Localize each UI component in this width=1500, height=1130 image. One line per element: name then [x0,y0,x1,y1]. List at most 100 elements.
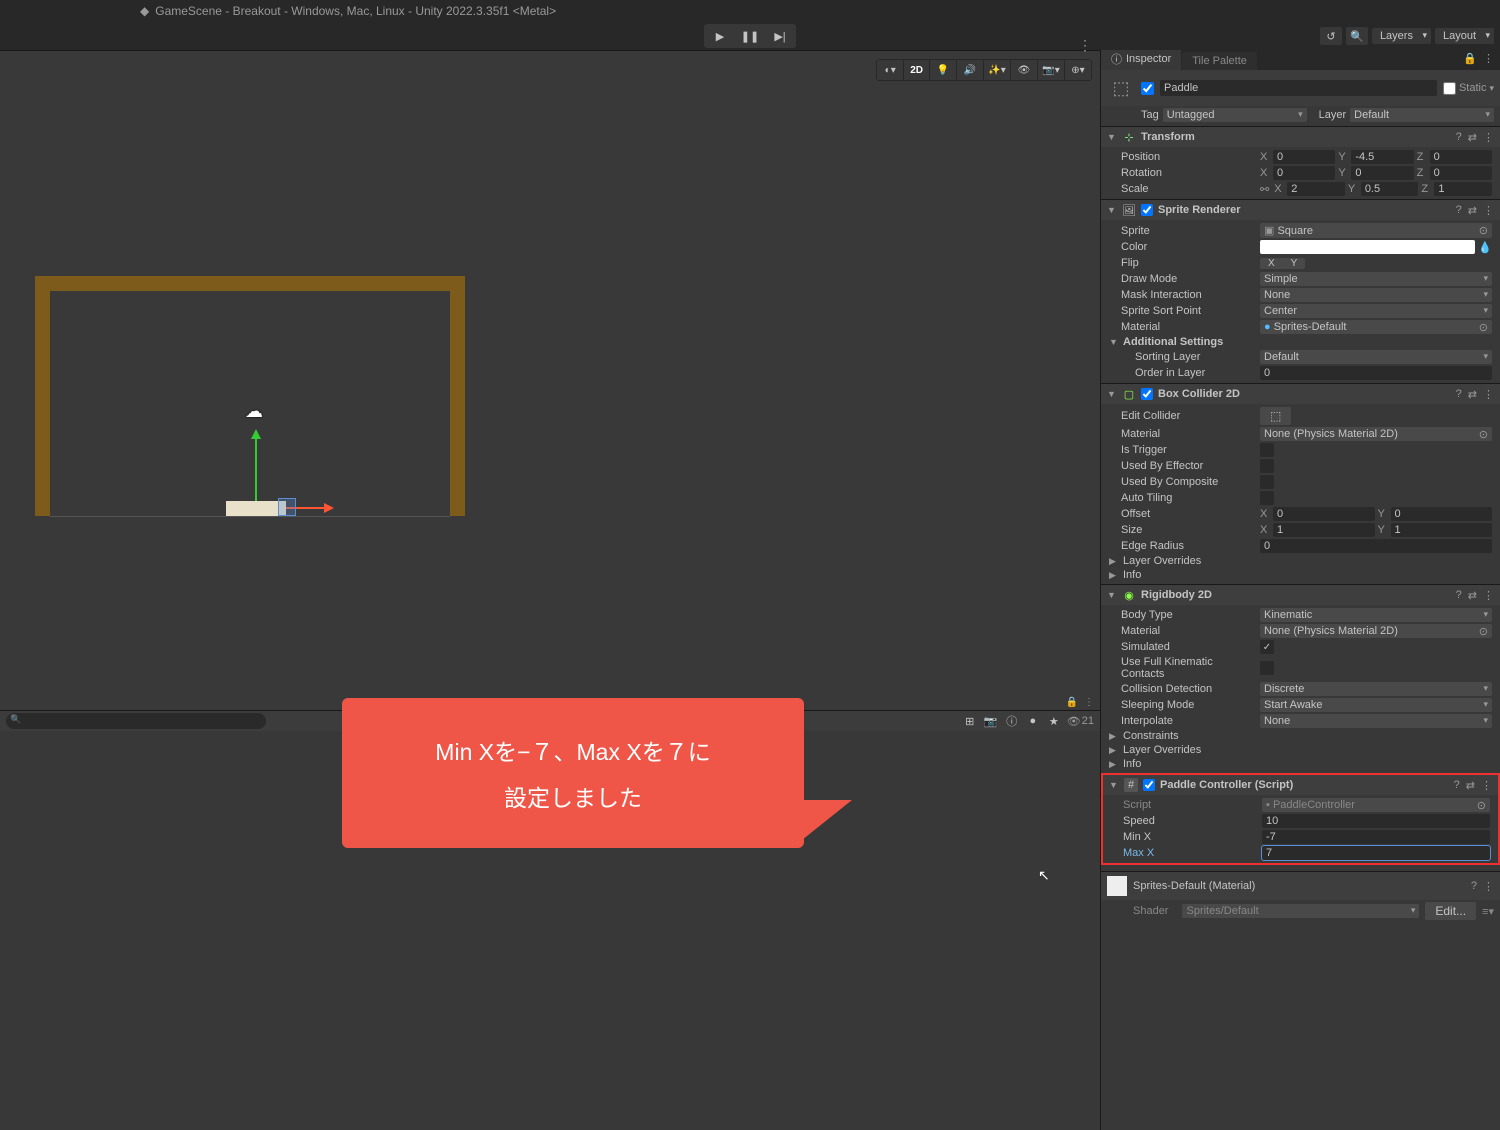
kinematic-contacts-checkbox[interactable] [1260,661,1274,675]
undo-history-icon[interactable]: ↺ [1320,27,1342,45]
lock-icon[interactable]: 🔒 [1066,697,1078,708]
search-icon[interactable]: 🔍 [1346,27,1368,45]
console-star-icon[interactable]: ★ [1044,713,1064,729]
scl-y-field[interactable]: 0.5 [1361,182,1419,196]
edit-collider-button[interactable]: ⬚ [1260,407,1291,425]
rot-x-field[interactable]: 0 [1273,166,1335,180]
console-search[interactable] [6,713,266,729]
scene-view[interactable]: ⋮ ◐▾ 2D 💡 🔊 ✨▾ 👁 📷▾ ⊕▾ ☁ [0,50,1100,710]
size-x-field[interactable]: 1 [1273,523,1375,537]
scl-z-field[interactable]: 1 [1434,182,1492,196]
collision-detection-dropdown[interactable]: Discrete [1260,682,1492,696]
audio-toggle[interactable]: 🔊 [957,60,983,80]
window-title: ◆GameScene - Breakout - Windows, Mac, Li… [0,0,1500,22]
shader-menu-icon[interactable]: ≡▾ [1482,905,1494,918]
sort-point-dropdown[interactable]: Center [1260,304,1492,318]
step-button[interactable]: ▶| [766,26,794,46]
sprite-enabled-checkbox[interactable] [1141,204,1153,216]
tab-inspector[interactable]: ⓘInspector [1101,50,1181,70]
offset-x-field[interactable]: 0 [1273,507,1375,521]
rot-y-field[interactable]: 0 [1351,166,1413,180]
pos-z-field[interactable]: 0 [1430,150,1492,164]
effector-checkbox[interactable] [1260,459,1274,473]
gizmo-toggle[interactable]: ⊕▾ [1065,60,1091,80]
rot-z-field[interactable]: 0 [1430,166,1492,180]
view-2d-toggle[interactable]: 2D [904,60,929,80]
menu-icon[interactable]: ⋮ [1483,131,1494,144]
console-camera-icon[interactable]: 📷 [981,713,1001,729]
transform-header[interactable]: ▼⊹ Transform ?⇄⋮ [1101,127,1500,147]
body-type-dropdown[interactable]: Kinematic [1260,608,1492,622]
center-handle[interactable] [278,498,296,516]
layers-dropdown[interactable]: Layers [1372,28,1431,44]
script-header[interactable]: ▼# Paddle Controller (Script) ?⇄⋮ [1103,775,1498,795]
preset-icon[interactable]: ⇄ [1468,131,1477,144]
play-button[interactable]: ▶ [706,26,734,46]
game-frame: ☁ [35,276,465,516]
console-filter-icon[interactable]: ⊞ [960,713,980,729]
shader-dropdown[interactable]: Sprites/Default [1182,904,1419,918]
help-icon[interactable]: ? [1456,131,1462,144]
scl-x-field[interactable]: 2 [1287,182,1345,196]
script-enabled-checkbox[interactable] [1143,779,1155,791]
tag-dropdown[interactable]: Untagged [1163,108,1307,122]
sprite-field[interactable]: ▣ Square [1260,223,1492,238]
console-vis-icon[interactable]: ● [1023,713,1043,729]
sorting-layer-dropdown[interactable]: Default [1260,350,1492,364]
static-checkbox[interactable] [1443,82,1456,95]
gameobject-icon: ⬚ [1107,74,1135,102]
draw-mode-dropdown[interactable]: Simple [1260,272,1492,286]
flip-toggle[interactable]: XY [1260,258,1305,269]
maxx-field[interactable]: 7 [1262,846,1490,860]
material-header[interactable]: Sprites-Default (Material) ?⋮ [1101,871,1500,900]
rigidbody-header[interactable]: ▼◉ Rigidbody 2D ?⇄⋮ [1101,585,1500,605]
inspector-panel: ⓘInspector Tile Palette 🔒⋮ ⬚ Paddle Stat… [1100,50,1500,1130]
speed-field[interactable]: 10 [1262,814,1490,828]
gizmo-camera-icon[interactable]: 📷▾ [1038,60,1064,80]
size-y-field[interactable]: 1 [1391,523,1493,537]
tab-tile-palette[interactable]: Tile Palette [1182,52,1257,70]
physmat-field[interactable]: None (Physics Material 2D) [1260,427,1492,441]
sleeping-mode-dropdown[interactable]: Start Awake [1260,698,1492,712]
minx-field[interactable]: -7 [1262,830,1490,844]
color-field[interactable] [1260,240,1475,254]
shading-dropdown[interactable]: ◐▾ [877,60,903,80]
pos-x-field[interactable]: 0 [1273,150,1335,164]
eyedropper-icon[interactable]: 💧 [1478,241,1492,254]
pos-y-field[interactable]: -4.5 [1351,150,1413,164]
light-toggle[interactable]: 💡 [930,60,956,80]
scene-menu-icon[interactable]: ⋮ [1078,37,1092,54]
paddle-controller-component: ▼# Paddle Controller (Script) ?⇄⋮ Script… [1101,773,1500,865]
edge-radius-field[interactable]: 0 [1260,539,1492,553]
lock-icon[interactable]: 🔒 [1463,52,1477,65]
simulated-checkbox[interactable]: ✓ [1260,640,1274,654]
script-field[interactable]: ▪ PaddleController [1262,798,1490,812]
panel-menu-icon[interactable]: ⋮ [1483,52,1494,65]
layout-dropdown[interactable]: Layout [1435,28,1494,44]
is-trigger-checkbox[interactable] [1260,443,1274,457]
sprite-renderer-header[interactable]: ▼🖼 Sprite Renderer ?⇄⋮ [1101,200,1500,220]
offset-y-field[interactable]: 0 [1391,507,1493,521]
auto-tiling-checkbox[interactable] [1260,491,1274,505]
active-checkbox[interactable] [1141,82,1154,95]
hidden-toggle[interactable]: 👁 [1011,60,1037,80]
interpolate-dropdown[interactable]: None [1260,714,1492,728]
main-toolbar: ▶ ❚❚ ▶| ↺ 🔍 Layers Layout [0,22,1500,50]
rb-material-field[interactable]: None (Physics Material 2D) [1260,624,1492,638]
console-info-icon[interactable]: ⓘ [1002,713,1022,729]
fx-toggle[interactable]: ✨▾ [984,60,1010,80]
pause-button[interactable]: ❚❚ [736,26,764,46]
scale-link-icon[interactable]: ⚯ [1260,183,1269,196]
paddle-object[interactable] [226,501,286,516]
mask-dropdown[interactable]: None [1260,288,1492,302]
y-axis-handle[interactable] [255,432,257,502]
box-collider-header[interactable]: ▼▢ Box Collider 2D ?⇄⋮ [1101,384,1500,404]
sprite-material-field[interactable]: ● Sprites-Default [1260,320,1492,334]
panel-menu-icon[interactable]: ⋮ [1084,697,1094,708]
order-field[interactable]: 0 [1260,366,1492,380]
gameobject-name-field[interactable]: Paddle [1160,80,1437,96]
edit-shader-button[interactable]: Edit... [1425,902,1476,920]
collider-enabled-checkbox[interactable] [1141,388,1153,400]
layer-dropdown[interactable]: Default [1350,108,1494,122]
composite-checkbox[interactable] [1260,475,1274,489]
